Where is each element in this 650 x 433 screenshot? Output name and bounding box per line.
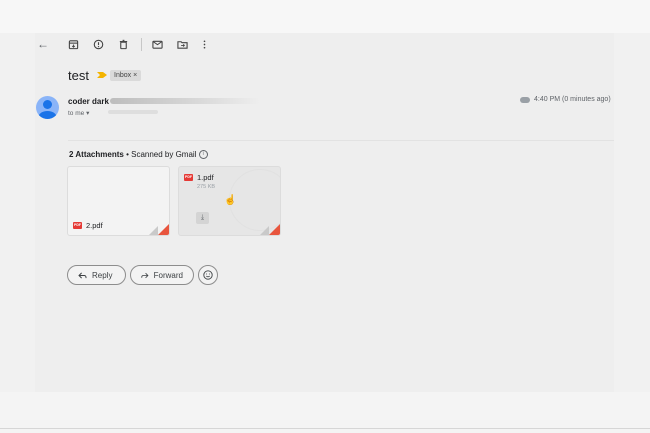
attachment-name: 1.pdf bbox=[197, 173, 214, 182]
remove-label-icon[interactable]: × bbox=[133, 72, 137, 79]
sender-email-redacted bbox=[110, 98, 260, 104]
archive-icon[interactable] bbox=[65, 36, 81, 52]
sender-avatar[interactable] bbox=[36, 96, 59, 119]
recipient-line[interactable]: to me ▾ bbox=[68, 109, 89, 117]
report-spam-icon[interactable] bbox=[90, 36, 106, 52]
chevron-down-icon: ▾ bbox=[86, 110, 90, 117]
recipient-redacted bbox=[108, 110, 158, 114]
email-timestamp: 4:40 PM (0 minutes ago) bbox=[534, 96, 611, 103]
scanned-label: Scanned by Gmail bbox=[131, 150, 197, 159]
inbox-label-text: Inbox bbox=[114, 72, 132, 79]
corner-fold-red bbox=[269, 224, 280, 235]
inbox-label-chip[interactable]: Inbox × bbox=[110, 70, 142, 81]
forward-icon bbox=[141, 272, 149, 278]
attachment-name: 2.pdf bbox=[86, 221, 103, 230]
importance-marker-icon[interactable] bbox=[97, 72, 107, 78]
reply-button[interactable]: Reply bbox=[67, 265, 126, 285]
attachments-count: 2 Attachments bbox=[69, 150, 124, 159]
arrow-left-icon[interactable]: ← bbox=[37, 37, 49, 51]
download-icon[interactable]: ⤓ bbox=[196, 212, 209, 224]
corner-fold-grey bbox=[149, 226, 158, 235]
forward-label: Forward bbox=[153, 270, 183, 280]
reply-label: Reply bbox=[92, 270, 113, 280]
corner-fold-red bbox=[158, 224, 169, 235]
info-icon[interactable]: i bbox=[198, 150, 208, 160]
email-subject: test bbox=[68, 68, 89, 83]
sender-name[interactable]: coder dark bbox=[68, 97, 109, 106]
forward-button[interactable]: Forward bbox=[130, 265, 194, 285]
attachment-card-2pdf[interactable]: PDF 2.pdf bbox=[67, 166, 170, 236]
outer-top-band bbox=[0, 0, 650, 33]
header-divider bbox=[68, 140, 614, 141]
attachments-header: 2 Attachments • Scanned by Gmail i bbox=[69, 150, 208, 160]
pdf-icon: PDF bbox=[73, 222, 82, 229]
corner-fold-grey bbox=[260, 226, 269, 235]
bottom-rule bbox=[0, 428, 650, 429]
move-to-icon[interactable] bbox=[174, 36, 190, 52]
hand-cursor-icon: ☝ bbox=[224, 195, 237, 206]
pdf-icon: PDF bbox=[184, 174, 193, 181]
emoji-reaction-button[interactable] bbox=[198, 265, 218, 285]
more-vert-icon[interactable] bbox=[196, 36, 212, 52]
delete-icon[interactable] bbox=[115, 36, 131, 52]
outer-bottom-band bbox=[0, 392, 650, 433]
reply-icon bbox=[78, 272, 87, 278]
preview-watermark bbox=[229, 169, 280, 231]
label-icon bbox=[520, 97, 530, 103]
smiley-icon bbox=[203, 270, 213, 280]
separator-dot: • bbox=[126, 150, 129, 159]
attachment-size: 275 KB bbox=[197, 184, 216, 190]
toolbar-separator bbox=[141, 38, 142, 51]
mark-unread-icon[interactable] bbox=[149, 36, 165, 52]
